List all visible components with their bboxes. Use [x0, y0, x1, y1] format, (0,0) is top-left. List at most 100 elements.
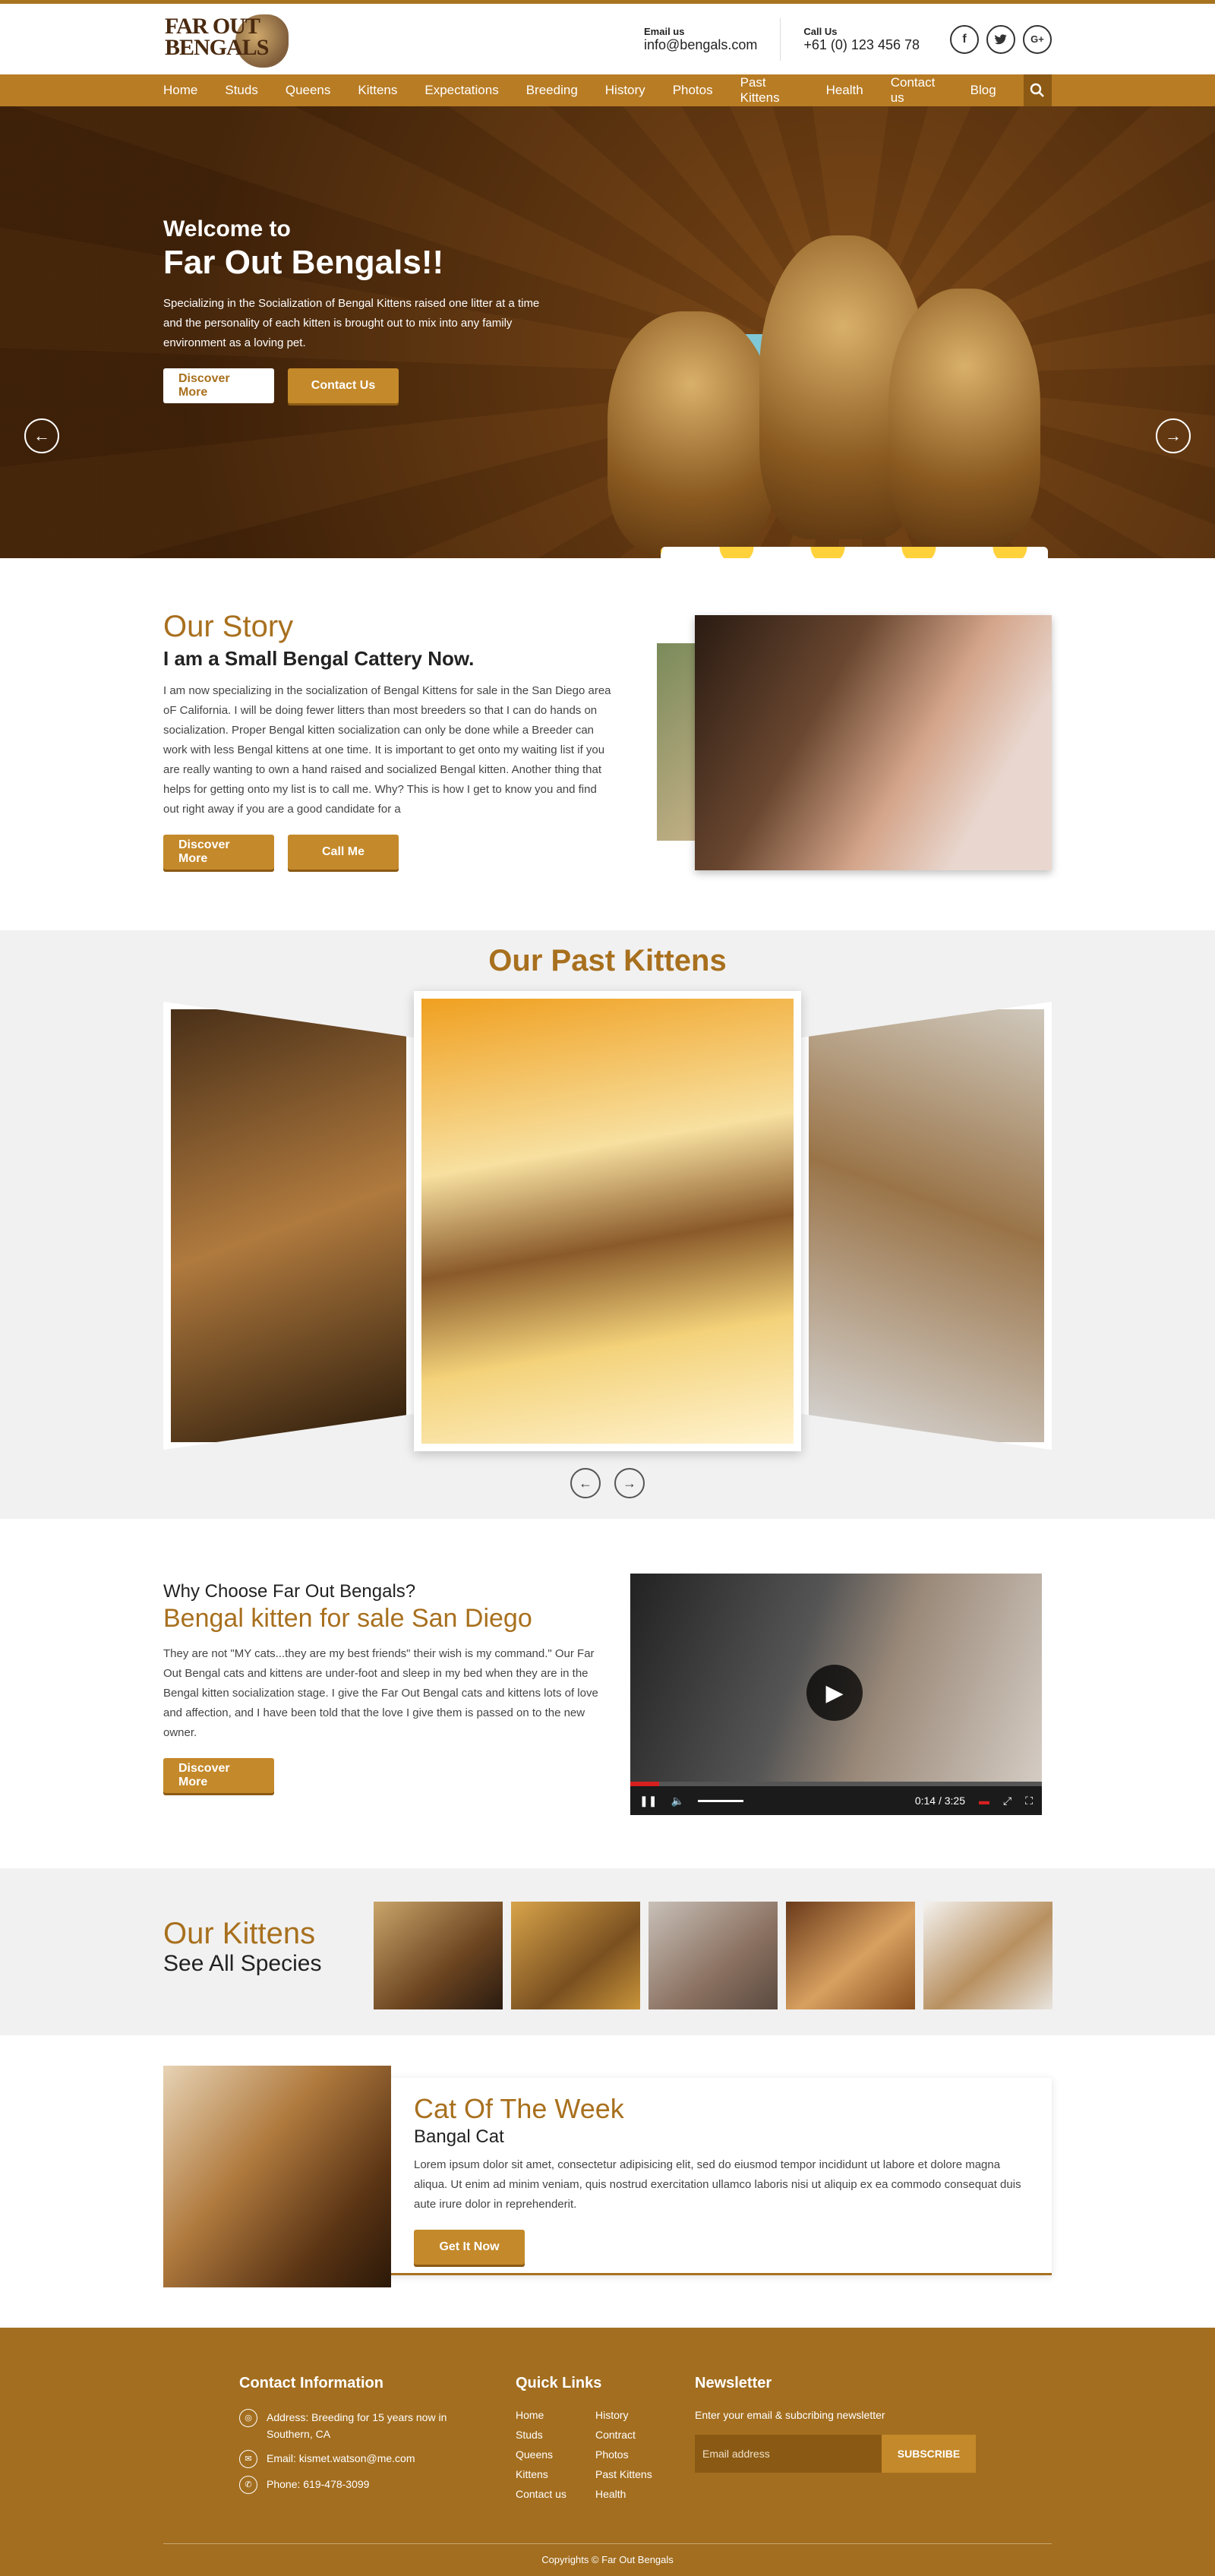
- youtube-icon[interactable]: ▬: [979, 1795, 989, 1807]
- nav-photos[interactable]: Photos: [673, 83, 713, 98]
- video-time: 0:14 / 3:25: [914, 1795, 965, 1807]
- play-icon[interactable]: ▶: [806, 1665, 863, 1721]
- footer-link[interactable]: History: [595, 2409, 671, 2421]
- nav-kittens[interactable]: Kittens: [358, 83, 397, 98]
- hero-contact-button[interactable]: Contact Us: [288, 368, 399, 403]
- video-controls: ❚❚ 🔈 0:14 / 3:25 ▬ ⤢ ⛶: [630, 1786, 1042, 1815]
- volume-icon[interactable]: 🔈: [671, 1795, 683, 1807]
- email-icon: ✉: [239, 2450, 257, 2468]
- nav-breeding[interactable]: Breeding: [526, 83, 578, 98]
- story-discover-button[interactable]: Discover More: [163, 835, 274, 870]
- cotw-subtitle: Bangal Cat: [414, 2126, 504, 2147]
- search-icon: [1030, 83, 1045, 97]
- google-plus-icon[interactable]: G+: [1023, 24, 1052, 54]
- email-block: Email us info@bengals.com: [621, 26, 780, 53]
- kitten-thumb[interactable]: [649, 1902, 778, 2009]
- footer-link[interactable]: Kittens: [516, 2468, 595, 2480]
- phone-icon: ✆: [239, 2476, 257, 2494]
- phone-block: Call Us +61 (0) 123 456 78: [781, 26, 942, 53]
- nav-expectations[interactable]: Expectations: [424, 83, 498, 98]
- footer-link[interactable]: Home: [516, 2409, 595, 2421]
- newsletter-text: Enter your email & subcribing newsletter: [695, 2409, 885, 2421]
- kittens-title: Our Kittens: [163, 1917, 316, 1950]
- our-kittens-section: Our Kittens See All Species: [0, 1868, 1215, 2035]
- nav-blog[interactable]: Blog: [970, 83, 996, 98]
- past-kitten-slide-left[interactable]: [163, 1002, 414, 1450]
- logo-text: FAR OUT BENGALS: [165, 13, 269, 60]
- search-button[interactable]: [1023, 74, 1052, 106]
- footer-email[interactable]: Email: kismet.watson@me.com: [267, 2450, 415, 2468]
- why-text: They are not "MY cats...they are my best…: [163, 1647, 598, 1739]
- nav-past-kittens[interactable]: Past Kittens: [740, 75, 799, 106]
- footer-newsletter: Newsletter Enter your email & subcribing…: [695, 2375, 976, 2473]
- cotw-title: Cat Of The Week: [414, 2093, 624, 2124]
- footer-quick-links: Quick Links Home History Studs Contract …: [516, 2375, 671, 2500]
- footer-link[interactable]: Health: [595, 2488, 671, 2500]
- kitten-thumb[interactable]: [511, 1902, 640, 2009]
- pause-icon[interactable]: ❚❚: [639, 1795, 657, 1807]
- hero-prev-arrow-icon[interactable]: ←: [24, 418, 59, 453]
- nav-health[interactable]: Health: [826, 83, 863, 98]
- cotw-text: Lorem ipsum dolor sit amet, consectetur …: [414, 2158, 1021, 2211]
- kitten-right: [888, 289, 1040, 547]
- hero-next-arrow-icon[interactable]: →: [1156, 418, 1191, 453]
- kittens-subtitle: See All Species: [163, 1951, 322, 1976]
- why-discover-button[interactable]: Discover More: [163, 1758, 274, 1793]
- nav-home[interactable]: Home: [163, 83, 197, 98]
- email-label: Email us: [644, 25, 685, 37]
- polka-dot-suitcase: [661, 547, 1048, 558]
- story-woman-cat-image: [695, 615, 1052, 870]
- past-kittens-section: Our Past Kittens ← →: [0, 930, 1215, 1519]
- footer-address: Address: Breeding for 15 years now in So…: [267, 2411, 447, 2440]
- fullscreen-icon[interactable]: ⛶: [1025, 1795, 1033, 1807]
- footer-divider: [163, 2543, 1052, 2544]
- footer-link[interactable]: Past Kittens: [595, 2468, 671, 2480]
- nav-studs[interactable]: Studs: [225, 83, 257, 98]
- hero-slider: ← → Welcome to Far Out Bengals!! Special…: [0, 106, 1215, 558]
- email-value[interactable]: info@bengals.com: [644, 37, 757, 53]
- footer-contact-title: Contact Information: [239, 2375, 383, 2391]
- our-story-section: Our Story I am a Small Bengal Cattery No…: [0, 558, 1215, 930]
- volume-slider[interactable]: [697, 1799, 743, 1802]
- story-call-button[interactable]: Call Me: [288, 835, 399, 870]
- site-logo[interactable]: FAR OUT BENGALS: [163, 10, 289, 69]
- phone-label: Call Us: [803, 25, 838, 37]
- hero-title: Far Out Bengals!!: [163, 244, 444, 281]
- facebook-icon[interactable]: f: [950, 24, 979, 54]
- kitten-thumb[interactable]: [923, 1902, 1052, 2009]
- footer-link[interactable]: Contact us: [516, 2488, 595, 2500]
- kitten-left: [608, 311, 775, 554]
- footer-link[interactable]: Studs: [516, 2429, 595, 2441]
- nav-queens[interactable]: Queens: [286, 83, 331, 98]
- story-subtitle: I am a Small Bengal Cattery Now.: [163, 647, 475, 670]
- nav-contact-us[interactable]: Contact us: [891, 75, 943, 106]
- why-title: Bengal kitten for sale San Diego: [163, 1604, 532, 1633]
- hero-text-block: Welcome to Far Out Bengals!! Specializin…: [163, 216, 558, 403]
- past-prev-arrow-icon[interactable]: ←: [570, 1468, 601, 1498]
- site-header: FAR OUT BENGALS Email us info@bengals.com…: [0, 4, 1215, 74]
- past-next-arrow-icon[interactable]: →: [614, 1468, 645, 1498]
- footer-link[interactable]: Queens: [516, 2448, 595, 2461]
- newsletter-email-input[interactable]: [695, 2435, 882, 2473]
- footer-link[interactable]: Contract: [595, 2429, 671, 2441]
- popout-icon[interactable]: ⤢: [1003, 1795, 1011, 1807]
- get-it-now-button[interactable]: Get It Now: [414, 2230, 525, 2265]
- phone-value[interactable]: +61 (0) 123 456 78: [803, 37, 920, 53]
- footer-link[interactable]: Photos: [595, 2448, 671, 2461]
- cat-of-the-week-image: [163, 2066, 391, 2287]
- footer-phone[interactable]: Phone: 619-478-3099: [267, 2476, 369, 2494]
- past-title: Our Past Kittens: [488, 944, 727, 977]
- nav-history[interactable]: History: [605, 83, 645, 98]
- kitten-thumb[interactable]: [786, 1902, 915, 2009]
- newsletter-title: Newsletter: [695, 2375, 772, 2391]
- copyright: Copyrights © Far Out Bengals: [541, 2554, 674, 2565]
- why-kicker: Why Choose Far Out Bengals?: [163, 1581, 416, 1602]
- past-kitten-slide-center[interactable]: [414, 991, 801, 1451]
- video-player[interactable]: ▶ ❚❚ 🔈 0:14 / 3:25 ▬ ⤢ ⛶: [630, 1574, 1042, 1815]
- subscribe-button[interactable]: SUBSCRIBE: [882, 2435, 976, 2473]
- past-kitten-slide-right[interactable]: [801, 1002, 1052, 1450]
- hero-kittens-image: [608, 220, 1048, 558]
- hero-discover-button[interactable]: Discover More: [163, 368, 274, 403]
- twitter-icon[interactable]: [986, 24, 1015, 54]
- kitten-thumb[interactable]: [374, 1902, 503, 2009]
